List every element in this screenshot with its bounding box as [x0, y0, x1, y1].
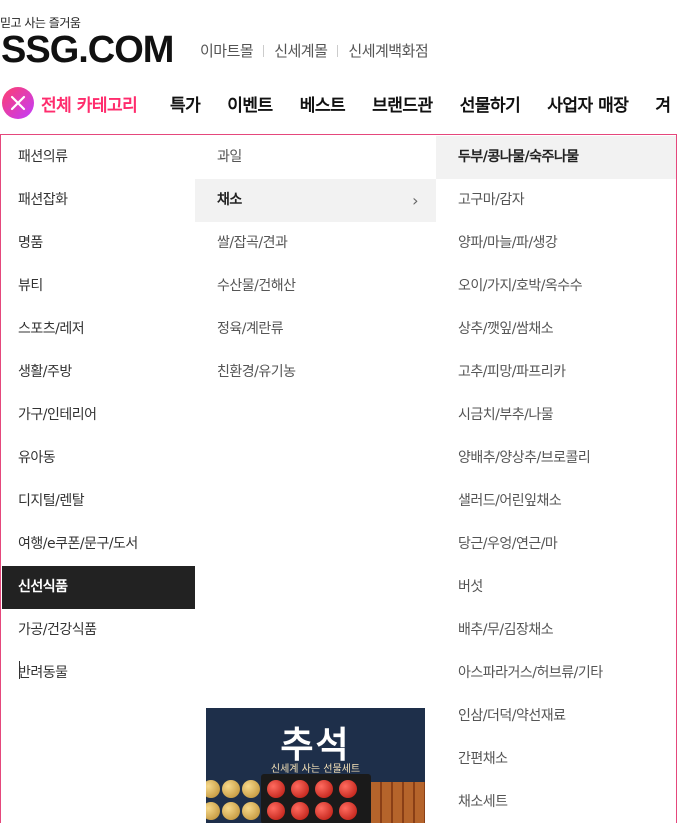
- apple-image: [291, 802, 309, 820]
- divider: [263, 44, 265, 57]
- category-level2-list: 과일 채소 › 쌀/잡곡/견과 수산물/건해산 정육/계란류 친환경/유기농: [195, 136, 436, 394]
- ssg-logo[interactable]: SSG.COM: [1, 30, 174, 70]
- category-level3-item[interactable]: 버섯: [436, 566, 676, 609]
- apple-image: [339, 780, 357, 798]
- category-level3-item[interactable]: 채소세트: [436, 781, 676, 823]
- category-level3-list: 두부/콩나물/숙주나물 고구마/감자 양파/마늘/파/생강 오이/가지/호박/옥…: [436, 136, 676, 823]
- gnb-menu: 특가 이벤트 베스트 브랜드관 선물하기 사업자 매장 겨: [170, 91, 678, 116]
- pear-image: [222, 780, 240, 798]
- pear-image: [206, 780, 220, 798]
- affiliate-link-emart[interactable]: 이마트몰: [200, 40, 254, 61]
- category-level3-item[interactable]: 양파/마늘/파/생강: [436, 222, 676, 265]
- category-level3-item[interactable]: 고추/피망/파프리카: [436, 351, 676, 394]
- category-level2-label: 쌀/잡곡/견과: [217, 235, 288, 251]
- category-level1-item[interactable]: 가공/건강식품: [2, 609, 195, 652]
- pear-image: [242, 780, 260, 798]
- category-level3-item[interactable]: 인삼/더덕/약선재료: [436, 695, 676, 738]
- apple-image: [315, 780, 333, 798]
- category-level2-label: 수산물/건해산: [217, 278, 296, 294]
- category-level3-item[interactable]: 양배추/양상추/브로콜리: [436, 437, 676, 480]
- category-level1-item[interactable]: 뷰티: [2, 265, 195, 308]
- text-cursor: [19, 661, 20, 679]
- affiliate-links: 이마트몰 신세계몰 신세계백화점: [200, 40, 429, 61]
- affiliate-link-shinsegae-mall[interactable]: 신세계몰: [274, 40, 328, 61]
- gnb-item-gift[interactable]: 선물하기: [460, 91, 521, 116]
- category-level2-item[interactable]: 쌀/잡곡/견과: [195, 222, 436, 265]
- close-icon: [10, 95, 26, 111]
- category-level3-item[interactable]: 상추/깻잎/쌈채소: [436, 308, 676, 351]
- pear-image: [242, 802, 260, 820]
- affiliate-link-shinsegae-dept[interactable]: 신세계백화점: [348, 40, 428, 61]
- category-level3-item-highlight[interactable]: 두부/콩나물/숙주나물: [436, 136, 676, 179]
- pear-image: [222, 802, 240, 820]
- category-level1-item[interactable]: 유아동: [2, 437, 195, 480]
- apple-image: [291, 780, 309, 798]
- category-level3-item[interactable]: 오이/가지/호박/옥수수: [436, 265, 676, 308]
- apple-image: [267, 780, 285, 798]
- category-level3-item[interactable]: 당근/우엉/연근/마: [436, 523, 676, 566]
- category-level1-item[interactable]: 생활/주방: [2, 351, 195, 394]
- apple-image: [315, 802, 333, 820]
- banner-subtitle: 신세계 사는 선물세트: [270, 764, 361, 775]
- category-level1-item[interactable]: 패션의류: [2, 136, 195, 179]
- category-level1-item[interactable]: 스포츠/레저: [2, 308, 195, 351]
- category-level1-list: 패션의류 패션잡화 명품 뷰티 스포츠/레저 생활/주방 가구/인테리어 유아동…: [2, 136, 195, 695]
- apple-image: [267, 802, 285, 820]
- category-level1-item[interactable]: 여행/e쿠폰/문구/도서: [2, 523, 195, 566]
- category-level2-item[interactable]: 정육/계란류: [195, 308, 436, 351]
- gnb-item-overflow[interactable]: 겨: [655, 91, 671, 116]
- gnb-item-best[interactable]: 베스트: [300, 91, 346, 116]
- all-category-label[interactable]: 전체 카테고리: [41, 91, 138, 116]
- category-level3-item[interactable]: 시금치/부추/나물: [436, 394, 676, 437]
- category-level2-item[interactable]: 과일: [195, 136, 436, 179]
- category-level2-label: 채소: [217, 192, 242, 208]
- category-level1-item[interactable]: 패션잡화: [2, 179, 195, 222]
- close-category-button[interactable]: [2, 87, 34, 119]
- category-level2-label: 친환경/유기농: [217, 364, 296, 380]
- category-level1-item-active[interactable]: 신선식품: [2, 566, 195, 609]
- gift-box-image: [371, 782, 425, 823]
- category-level2-item-selected[interactable]: 채소 ›: [195, 179, 436, 222]
- gnb-item-event[interactable]: 이벤트: [227, 91, 273, 116]
- category-level3-item[interactable]: 간편채소: [436, 738, 676, 781]
- category-level2-item[interactable]: 친환경/유기농: [195, 351, 436, 394]
- category-level3-item[interactable]: 배추/무/김장채소: [436, 609, 676, 652]
- chevron-right-icon: ›: [412, 191, 418, 210]
- category-level1-item[interactable]: 가구/인테리어: [2, 394, 195, 437]
- category-level2-label: 정육/계란류: [217, 321, 284, 337]
- category-level1-item[interactable]: 디지털/렌탈: [2, 480, 195, 523]
- chuseok-promo-banner[interactable]: 추석 신세계 사는 선물세트: [206, 708, 425, 823]
- category-level3-item[interactable]: 고구마/감자: [436, 179, 676, 222]
- category-level3-item[interactable]: 샐러드/어린잎채소: [436, 480, 676, 523]
- apple-gift-box: [261, 774, 371, 823]
- category-level1-item[interactable]: 반려동물: [2, 652, 195, 695]
- gnb-item-business[interactable]: 사업자 매장: [547, 91, 629, 116]
- category-level2-item[interactable]: 수산물/건해산: [195, 265, 436, 308]
- gnb-item-special[interactable]: 특가: [170, 91, 201, 116]
- category-level1-item[interactable]: 명품: [2, 222, 195, 265]
- divider: [337, 44, 339, 57]
- gnb-item-brand[interactable]: 브랜드관: [372, 91, 433, 116]
- pear-image: [206, 802, 220, 820]
- category-level2-label: 과일: [217, 149, 242, 165]
- category-level3-item[interactable]: 아스파라거스/허브류/기타: [436, 652, 676, 695]
- apple-image: [339, 802, 357, 820]
